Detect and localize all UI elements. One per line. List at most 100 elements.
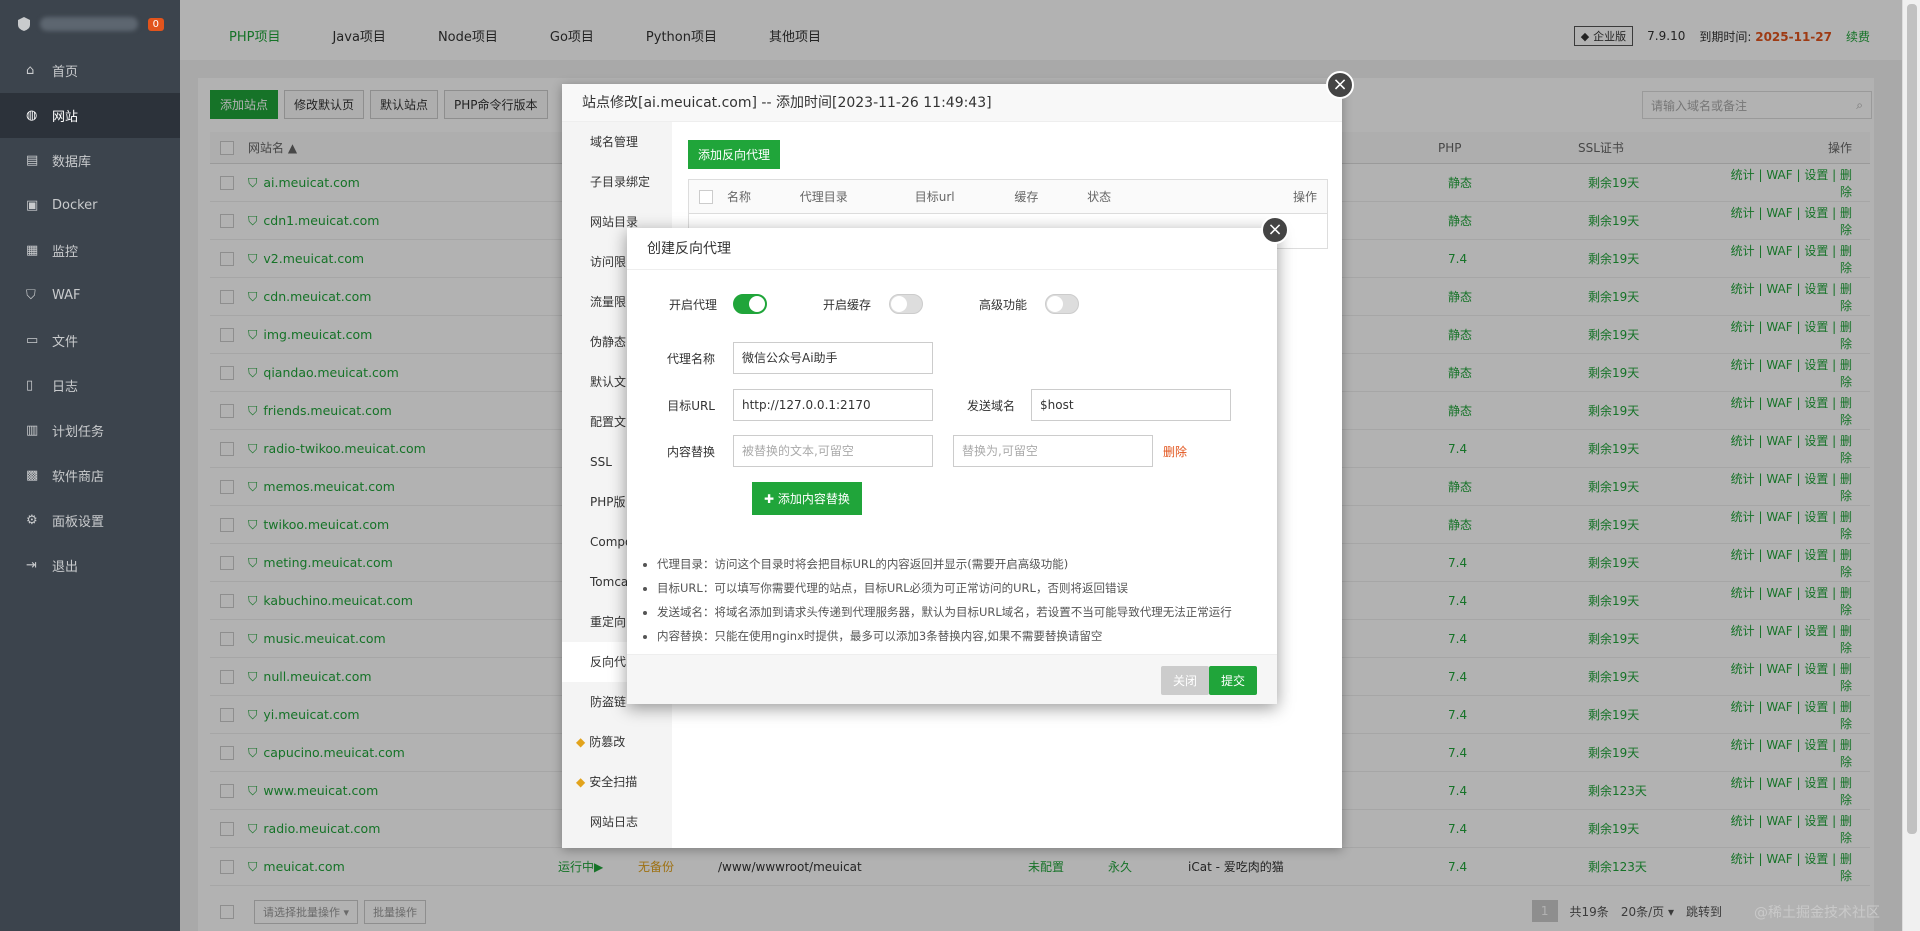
delete-replace-link[interactable]: 删除 [1163, 443, 1187, 460]
sidebar-item-4[interactable]: ▦ 监控 [0, 228, 180, 273]
site-modal-title: 站点修改[ai.meuicat.com] -- 添加时间[2023-11-26 … [562, 84, 1342, 122]
add-replace-button[interactable]: ✚ 添加内容替换 [752, 482, 862, 515]
submit-button[interactable]: 提交 [1208, 666, 1257, 695]
sidebar-item-8[interactable]: ▥ 计划任务 [0, 408, 180, 453]
sidebar-item-1[interactable]: ◍ 网站 [0, 93, 180, 138]
sidebar-item-label: 监控 [52, 245, 79, 260]
proxy-col-0: 名称 [727, 190, 752, 204]
logo-icon [18, 17, 30, 31]
shield-icon: ⛉ [26, 288, 36, 303]
proxy-col-2: 目标url [914, 190, 955, 204]
site-menu-label: 域名管理 [590, 135, 639, 149]
brand: 0 [0, 0, 180, 48]
sidebar-item-label: 软件商店 [52, 470, 105, 485]
sidebar-item-3[interactable]: ▣ Docker [0, 183, 180, 228]
diamond-icon: ◆ [576, 775, 586, 789]
replace-row: 内容替换 被替换的文本,可留空 替换为,可留空 删除 [645, 435, 1187, 467]
enable-cache-toggle[interactable] [889, 294, 924, 314]
toggle-knob [749, 296, 765, 312]
sidebar-item-5[interactable]: ⛉ WAF [0, 273, 180, 318]
enable-cache-label: 开启缓存 [823, 297, 872, 312]
toggle-row: 开启代理 开启缓存 高级功能 [627, 294, 1080, 314]
create-proxy-modal: 创建反向代理 开启代理 开启缓存 高级功能 代理名称 微信公众号Ai助手 目标U… [627, 228, 1277, 704]
proxy-note: 发送域名：将域名添加到请求头传递到代理服务器，默认为目标URL域名，若设置不当可… [657, 600, 1232, 624]
name-label: 代理名称 [666, 351, 715, 366]
replace-to-input[interactable]: 替换为,可留空 [953, 435, 1153, 467]
site-menu-item-15[interactable]: ◆ 防篡改 [562, 722, 672, 762]
proxy-notes: 代理目录：访问这个目录时将会把目标URL的内容返回并显示(需要开启高级功能)目标… [641, 552, 1232, 648]
proxy-col-4: 状态 [1087, 190, 1112, 204]
site-menu-item-1[interactable]: 子目录绑定 [562, 162, 672, 202]
home-icon: ⌂ [26, 63, 35, 78]
sidebar-item-0[interactable]: ⌂ 首页 [0, 48, 180, 93]
proxy-modal-footer: 关闭 提交 [627, 654, 1277, 704]
name-row: 代理名称 微信公众号Ai助手 [645, 342, 933, 374]
site-modal-close-icon[interactable]: × [1326, 71, 1354, 99]
site-menu-label: Tomca [590, 575, 629, 589]
site-menu-label: PHP版 [590, 495, 626, 509]
send-domain-input[interactable]: $host [1031, 389, 1231, 421]
replace-label: 内容替换 [666, 444, 715, 459]
database-icon: ▤ [26, 153, 39, 168]
watermark: @稀土掘金技术社区 [1754, 905, 1880, 921]
site-menu-label: 安全扫描 [589, 775, 638, 789]
log-icon: ▯ [26, 378, 34, 393]
advanced-toggle[interactable] [1045, 294, 1080, 314]
sidebar-item-label: 首页 [52, 65, 79, 80]
advanced-label: 高级功能 [979, 297, 1028, 312]
site-menu-label: 流量限 [590, 295, 627, 309]
sidebar-item-label: 面板设置 [52, 515, 105, 530]
send-domain-label: 发送域名 [966, 398, 1015, 413]
sidebar-item-7[interactable]: ▯ 日志 [0, 363, 180, 408]
site-menu-label: 子目录绑定 [590, 175, 651, 189]
site-menu-label: 网站日志 [590, 815, 639, 829]
site-menu-item-0[interactable]: 域名管理 [562, 122, 672, 162]
sidebar-item-2[interactable]: ▤ 数据库 [0, 138, 180, 183]
proxy-select-all-checkbox[interactable] [699, 189, 713, 204]
add-proxy-button[interactable]: 添加反向代理 [688, 140, 781, 169]
site-menu-label: SSL [590, 455, 612, 469]
scrollbar-thumb[interactable] [1907, 4, 1917, 834]
diamond-icon: ◆ [576, 735, 586, 749]
server-name-blurred [40, 17, 138, 31]
site-menu-label: 重定向 [590, 615, 627, 629]
sidebar-item-6[interactable]: ▭ 文件 [0, 318, 180, 363]
site-menu-label: 反向代 [590, 655, 627, 669]
proxy-col-1: 代理目录 [799, 190, 848, 204]
site-menu-label: 配置文 [590, 415, 627, 429]
page-scrollbar[interactable] [1902, 0, 1920, 931]
logout-icon: ⇥ [26, 558, 37, 573]
store-icon: ▩ [26, 468, 39, 483]
enable-proxy-toggle[interactable] [733, 294, 767, 314]
globe-icon: ◍ [26, 108, 38, 123]
close-button[interactable]: 关闭 [1160, 666, 1209, 695]
site-menu-item-17[interactable]: 网站日志 [562, 802, 672, 842]
target-url-input[interactable]: http://127.0.0.1:2170 [733, 389, 933, 421]
sidebar-item-label: 文件 [52, 335, 79, 350]
calendar-icon: ▥ [26, 423, 39, 438]
proxy-note: 代理目录：访问这个目录时将会把目标URL的内容返回并显示(需要开启高级功能) [657, 552, 1232, 576]
proxy-modal-title: 创建反向代理 [627, 228, 1277, 270]
sidebar-item-label: WAF [52, 288, 81, 303]
notification-badge[interactable]: 0 [147, 17, 164, 31]
site-menu-item-16[interactable]: ◆ 安全扫描 [562, 762, 672, 802]
site-menu-label: 默认文 [590, 375, 627, 389]
site-menu-label: 伪静态 [590, 335, 627, 349]
monitor-icon: ▦ [26, 243, 39, 258]
sidebar-item-11[interactable]: ⇥ 退出 [0, 543, 180, 588]
sidebar-item-label: Docker [52, 198, 98, 213]
proxy-col-3: 缓存 [1014, 190, 1039, 204]
proxy-table-header: 名称 代理目录 目标url 缓存 状态 操作 [689, 180, 1327, 214]
add-replace-row: ✚ 添加内容替换 [752, 482, 862, 515]
replace-from-input[interactable]: 被替换的文本,可留空 [733, 435, 933, 467]
proxy-modal-close-icon[interactable]: × [1261, 216, 1289, 244]
toggle-knob [1047, 296, 1064, 312]
enable-proxy-label: 开启代理 [668, 297, 717, 312]
sidebar-item-10[interactable]: ⚙ 面板设置 [0, 498, 180, 543]
toggle-knob [891, 296, 908, 312]
proxy-name-input[interactable]: 微信公众号Ai助手 [733, 342, 933, 374]
site-menu-label: 防盗链 [590, 695, 627, 709]
sidebar-nav: ⌂ 首页 ◍ 网站 ▤ 数据库 ▣ Docker ▦ 监控 ⛉ WAF ▭ 文件 ▯ 日志 ▥ 计划任务 ▩ 软件商店… [0, 48, 180, 588]
sidebar-item-9[interactable]: ▩ 软件商店 [0, 453, 180, 498]
site-menu-label: 防篡改 [589, 735, 626, 749]
